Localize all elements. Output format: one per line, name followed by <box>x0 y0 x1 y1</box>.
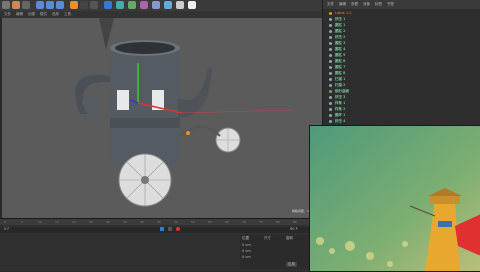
extrude-icon <box>329 119 332 123</box>
coordinates-panel: 位置 尺寸 旋转 0 cm 0 cm 0 cm 应用 <box>240 235 310 269</box>
timeline-tick: 70 <box>242 220 246 224</box>
timeline-tick: 10 <box>38 220 42 224</box>
menu-item-edit[interactable]: 编辑 <box>16 11 23 18</box>
object-row[interactable]: 挤压 4 <box>329 118 479 124</box>
tab-tags[interactable]: 标签 <box>375 2 382 7</box>
render-settings-icon[interactable] <box>90 1 98 9</box>
render-view-icon[interactable] <box>80 1 88 9</box>
cylinder-icon <box>329 53 332 57</box>
tab-file[interactable]: 文件 <box>327 2 334 7</box>
timeline-tick: 35 <box>123 220 127 224</box>
y-axis-icon[interactable] <box>46 1 54 9</box>
timeline-tick: 0 <box>4 220 6 224</box>
size-label: 尺寸 <box>264 236 271 240</box>
render-region-icon[interactable] <box>70 1 78 9</box>
timeline-ruler[interactable]: 0 5 10 15 20 25 30 35 40 45 50 55 60 65 … <box>0 219 322 225</box>
timeline-tick: 5 <box>21 220 23 224</box>
timeline-tick: 45 <box>157 220 161 224</box>
3d-viewport[interactable]: 网格间距：100 cm <box>2 18 322 218</box>
z-axis-icon[interactable] <box>56 1 64 9</box>
subdivision-icon[interactable] <box>128 1 136 9</box>
position-label: 位置 <box>242 236 249 240</box>
timeline-tick: 55 <box>191 220 195 224</box>
object-manager-tabs: 文件 编辑 查看 对象 标签 书签 <box>323 0 480 9</box>
move-tool-icon[interactable] <box>12 1 20 9</box>
x-field[interactable]: 0 cm <box>242 243 251 247</box>
spline-icon <box>329 107 332 111</box>
null-object-icon <box>329 11 332 15</box>
object-name: 挤压 4 <box>335 119 346 123</box>
play-button[interactable] <box>160 227 164 231</box>
deformer-icon[interactable] <box>152 1 160 9</box>
spline-icon <box>329 101 332 105</box>
menu-item-mode[interactable]: 模式 <box>40 11 47 18</box>
reference-image <box>310 126 480 271</box>
timeline-tick: 40 <box>140 220 144 224</box>
record-button[interactable] <box>176 227 180 231</box>
extrude-icon <box>329 17 332 21</box>
x-axis-icon[interactable] <box>36 1 44 9</box>
view-menu-bar: 文件 编辑 创建 模式 选择 工具 <box>0 11 322 18</box>
extrude-icon <box>329 95 332 99</box>
timeline-tick: 25 <box>89 220 93 224</box>
timeline-tick: 85 <box>293 220 297 224</box>
menu-item-select[interactable]: 选择 <box>52 11 59 18</box>
apply-button[interactable]: 应用 <box>286 262 297 267</box>
sweep-icon <box>329 77 332 81</box>
tab-view[interactable]: 查看 <box>351 2 358 7</box>
cylinder-icon <box>329 59 332 63</box>
camera-icon[interactable] <box>176 1 184 9</box>
menu-item-tools[interactable]: 工具 <box>64 11 71 18</box>
light-icon[interactable] <box>188 1 196 9</box>
timeline-tick: 80 <box>276 220 280 224</box>
cylinder-icon <box>329 23 332 27</box>
undo-icon[interactable] <box>2 1 10 9</box>
playback-controls: 0 F 90 F <box>0 227 322 233</box>
extrude-icon <box>329 35 332 39</box>
y-field[interactable]: 0 cm <box>242 249 251 253</box>
sweep-icon <box>329 83 332 87</box>
timeline-tick: 60 <box>208 220 212 224</box>
timeline-tick: 75 <box>259 220 263 224</box>
pen-icon[interactable] <box>116 1 124 9</box>
timeline-tick: 30 <box>106 220 110 224</box>
cylinder-icon <box>329 47 332 51</box>
timeline-tick: 20 <box>72 220 76 224</box>
timeline-tick: 15 <box>55 220 59 224</box>
current-frame-field[interactable]: 0 F <box>4 227 9 231</box>
cube-icon[interactable] <box>104 1 112 9</box>
timeline-tick: 65 <box>225 220 229 224</box>
viewport-canvas <box>75 18 293 207</box>
cylinder-icon <box>329 41 332 45</box>
timeline-tick: 50 <box>174 220 178 224</box>
scale-tool-icon[interactable] <box>22 1 30 9</box>
menu-item-file[interactable]: 文件 <box>4 11 11 18</box>
subdivision-icon <box>329 89 332 93</box>
reference-video-overlay <box>309 125 480 272</box>
step-forward-button[interactable] <box>168 227 172 231</box>
timeline-panel: 0 5 10 15 20 25 30 35 40 45 50 55 60 65 … <box>0 218 322 271</box>
tab-edit[interactable]: 编辑 <box>339 2 346 7</box>
end-frame-field[interactable]: 90 F <box>290 227 298 231</box>
cylinder-icon <box>329 65 332 69</box>
floor-icon[interactable] <box>164 1 172 9</box>
tab-objects[interactable]: 对象 <box>363 2 370 7</box>
z-field[interactable]: 0 cm <box>242 255 251 259</box>
cylinder-icon <box>329 71 332 75</box>
cloner-icon[interactable] <box>140 1 148 9</box>
cylinder-icon <box>329 29 332 33</box>
rotation-label: 旋转 <box>286 236 293 240</box>
menu-item-create[interactable]: 创建 <box>28 11 35 18</box>
tab-bookmarks[interactable]: 书签 <box>387 2 394 7</box>
torus-icon <box>329 113 332 117</box>
